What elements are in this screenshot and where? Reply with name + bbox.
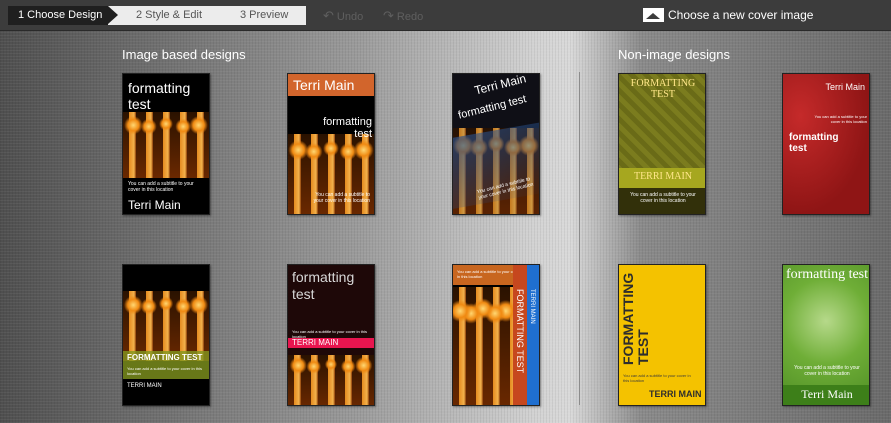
cover-subtitle: You can add a subtitle to your cover in …	[128, 181, 194, 193]
cover-design-5[interactable]: Terri Main You can add a subtitle to you…	[782, 73, 870, 215]
cover-spine-stripe	[527, 265, 539, 405]
cover-title: formatting test	[292, 269, 355, 302]
cover-candle-image	[123, 112, 209, 178]
redo-label: Redo	[396, 11, 424, 23]
cover-author: TERRI MAIN	[127, 383, 162, 389]
top-bar: 1 Choose Design 2 Style & Edit 3 Preview…	[0, 0, 891, 31]
cover-design-10[interactable]: formatting test You can add a subtitle t…	[782, 264, 870, 406]
step-style-edit[interactable]: 2 Style & Edit	[108, 6, 226, 25]
step-label: 1 Choose Design	[18, 9, 103, 21]
section-divider	[579, 72, 580, 405]
redo-icon: ↷	[383, 8, 394, 23]
cover-design-9[interactable]: FORMATTING TEST You can add a subtitle t…	[618, 264, 706, 406]
cover-design-8[interactable]: You can add a subtitle to your cover in …	[452, 264, 540, 406]
cover-title: formatting test	[785, 267, 869, 282]
cover-designer: 1 Choose Design 2 Style & Edit 3 Preview…	[0, 0, 891, 423]
cover-candle-image	[453, 287, 513, 405]
choose-cover-label: Choose a new cover image	[668, 8, 814, 22]
step-notch	[108, 6, 118, 24]
cover-author: Terri Main	[825, 82, 865, 92]
cover-design-4[interactable]: FORMATTING TEST TERRI MAIN You can add a…	[618, 73, 706, 215]
cover-design-1[interactable]: formatting test You can add a subtitle t…	[122, 73, 210, 215]
cover-subtitle: You can add a subtitle to your cover in …	[313, 192, 370, 204]
cover-title: formatting test	[128, 80, 191, 112]
step-label: 2 Style & Edit	[136, 9, 203, 21]
cover-candle-image	[288, 355, 374, 405]
step-preview[interactable]: 3 Preview	[216, 6, 306, 25]
cover-author: Terri Main	[128, 198, 181, 212]
cover-title: FORMATTING TEST	[620, 272, 651, 365]
step-label: 3 Preview	[240, 9, 289, 21]
cover-title: formatting test	[457, 93, 528, 122]
cover-author: TERRI MAIN	[649, 389, 702, 399]
choose-cover-image-button[interactable]: Choose a new cover image	[643, 6, 813, 25]
cover-author: Terri Main	[293, 77, 355, 93]
cover-title: FORMATTING TEST	[630, 78, 696, 100]
cover-title: formatting test	[789, 132, 839, 154]
cover-title: formatting test	[323, 116, 372, 140]
cover-title: FORMATTING TEST	[127, 353, 203, 362]
redo-button[interactable]: ↷ Redo	[383, 7, 423, 26]
cover-subtitle: You can add a subtitle to your cover in …	[630, 192, 696, 204]
undo-icon: ↶	[323, 8, 334, 23]
cover-design-2[interactable]: Terri Main formatting test You can add a…	[287, 73, 375, 215]
image-icon	[643, 7, 664, 22]
cover-design-7[interactable]: formatting test You can add a subtitle t…	[287, 264, 375, 406]
cover-author: Terri Main	[801, 387, 853, 401]
undo-button[interactable]: ↶ Undo	[323, 7, 363, 26]
cover-author: TERRI MAIN	[529, 289, 535, 324]
cover-title: FORMATTING TEST	[515, 289, 525, 374]
step-choose-design[interactable]: 1 Choose Design	[8, 6, 118, 25]
cover-author: TERRI MAIN	[633, 171, 693, 182]
undo-label: Undo	[336, 11, 364, 23]
cover-subtitle: You can add a subtitle to your cover in …	[127, 366, 203, 376]
cover-design-3[interactable]: Terri Main formatting test You can add a…	[452, 73, 540, 215]
cover-subtitle: You can add a subtitle to your cover in …	[794, 365, 860, 377]
cover-design-6[interactable]: FORMATTING TEST You can add a subtitle t…	[122, 264, 210, 406]
cover-author: TERRI MAIN	[292, 338, 339, 347]
cover-subtitle: You can add a subtitle to your cover in …	[814, 114, 867, 124]
step-arrow	[216, 6, 226, 24]
cover-subtitle: You can add a subtitle to your cover in …	[623, 373, 691, 383]
section-title-non-image: Non-image designs	[618, 47, 731, 62]
section-title-image-based: Image based designs	[122, 47, 246, 62]
